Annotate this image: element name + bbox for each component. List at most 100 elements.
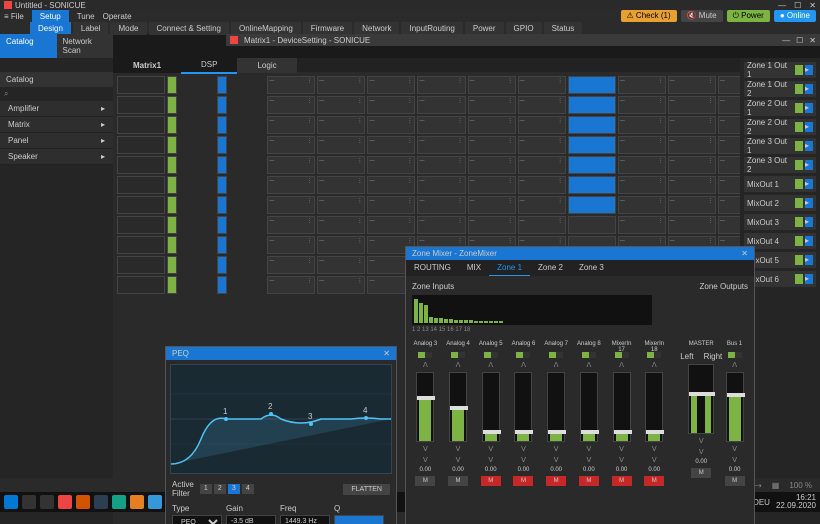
tab-firmware[interactable]: Firmware — [303, 22, 352, 35]
output-zone-2-out-2[interactable]: Zone 2 Out 2▸ — [744, 119, 816, 135]
status-grid-icon[interactable]: ▦ — [772, 481, 780, 490]
pan-up-icon[interactable]: ᐱ — [732, 361, 737, 369]
menu-operate[interactable]: Operate — [103, 12, 132, 21]
dsp-block[interactable] — [568, 96, 616, 114]
mute-button[interactable]: 🔇 Mute — [681, 10, 723, 22]
dsp-block[interactable] — [117, 276, 165, 294]
dsp-block[interactable]: —⋮ — [618, 156, 666, 174]
dsp-block[interactable]: —⋮ — [518, 176, 566, 194]
taskbar-app-5[interactable] — [130, 495, 144, 509]
dsp-block[interactable] — [117, 216, 165, 234]
dsp-block[interactable] — [217, 216, 227, 234]
peq-filter-1[interactable]: 1 — [200, 484, 212, 494]
mute-button[interactable]: M — [612, 476, 632, 486]
dsp-block[interactable] — [568, 76, 616, 94]
peq-q-input[interactable] — [334, 515, 384, 524]
mute-button[interactable]: M — [546, 476, 566, 486]
dsp-block[interactable]: —⋮ — [468, 136, 516, 154]
tab-onlinemapping[interactable]: OnlineMapping — [231, 22, 301, 35]
tab-inputrouting[interactable]: InputRouting — [401, 22, 462, 35]
peq-filter-2[interactable]: 2 — [214, 484, 226, 494]
output-mixout-1[interactable]: MixOut 1▸ — [744, 176, 816, 192]
peq-filter-4[interactable]: 4 — [242, 484, 254, 494]
pan-down2-icon[interactable]: ᐯ — [586, 456, 591, 464]
dsp-block[interactable]: —⋮ — [267, 76, 315, 94]
pan-up-icon[interactable]: ᐱ — [456, 361, 461, 369]
dsp-block[interactable] — [217, 196, 227, 214]
dsp-block[interactable] — [167, 256, 177, 274]
dsp-block[interactable] — [117, 256, 165, 274]
menu-tune[interactable]: Tune — [77, 12, 95, 21]
dsp-block[interactable]: —⋮ — [317, 96, 365, 114]
dsp-block[interactable] — [117, 96, 165, 114]
mute-button[interactable]: M — [481, 476, 501, 486]
dsp-block[interactable]: —⋮ — [317, 76, 365, 94]
mute-button[interactable]: M — [415, 476, 435, 486]
tab-label[interactable]: Label — [73, 22, 109, 35]
fader[interactable] — [482, 372, 500, 442]
zonemixer-close-icon[interactable]: ✕ — [741, 249, 748, 258]
dsp-block[interactable]: —⋮ — [468, 156, 516, 174]
dsp-block[interactable] — [167, 156, 177, 174]
dsp-block[interactable]: —⋮ — [618, 176, 666, 194]
pan-down-icon[interactable]: ᐯ — [732, 445, 737, 453]
dsp-block[interactable]: —⋮ — [367, 136, 415, 154]
pan-down2-icon[interactable]: ᐯ — [456, 456, 461, 464]
output-zone-3-out-1[interactable]: Zone 3 Out 1▸ — [744, 138, 816, 154]
tab-mode[interactable]: Mode — [110, 22, 146, 35]
zm-tab-zone-1[interactable]: Zone 1 — [489, 260, 530, 276]
sidebar-item-panel[interactable]: Panel▸ — [0, 133, 113, 149]
sidebar-item-amplifier[interactable]: Amplifier▸ — [0, 101, 113, 117]
peq-gain-input[interactable] — [226, 515, 276, 524]
zm-tab-zone-2[interactable]: Zone 2 — [530, 260, 571, 276]
fader[interactable] — [645, 372, 663, 442]
dsp-block[interactable]: —⋮ — [317, 256, 365, 274]
taskbar-app-3[interactable] — [94, 495, 108, 509]
dsp-block[interactable]: —⋮ — [468, 176, 516, 194]
mute-button[interactable]: M — [579, 476, 599, 486]
dsp-block[interactable]: —⋮ — [518, 196, 566, 214]
dsp-block[interactable]: —⋮ — [267, 136, 315, 154]
pan-down-icon[interactable]: ᐯ — [423, 445, 428, 453]
pan-down-icon[interactable]: ᐯ — [619, 445, 624, 453]
tab-network[interactable]: Network — [354, 22, 399, 35]
tab-power[interactable]: Power — [465, 22, 504, 35]
taskbar-search-icon[interactable] — [22, 495, 36, 509]
zm-tab-routing[interactable]: ROUTING — [406, 260, 459, 276]
dsp-block[interactable]: —⋮ — [668, 156, 716, 174]
fader[interactable] — [416, 372, 434, 442]
peq-type-select[interactable]: PEQ — [172, 515, 222, 524]
output-zone-2-out-1[interactable]: Zone 2 Out 1▸ — [744, 100, 816, 116]
dsp-block[interactable]: —⋮ — [468, 76, 516, 94]
mute-button[interactable]: M — [725, 476, 745, 486]
dsp-block[interactable]: —⋮ — [367, 96, 415, 114]
peq-graph[interactable]: 1 2 3 4 — [170, 364, 392, 474]
pan-down-icon[interactable]: ᐯ — [456, 445, 461, 453]
search-icon[interactable]: ⌕ — [0, 87, 113, 101]
pan-up-icon[interactable]: ᐱ — [423, 361, 428, 369]
dsp-block[interactable]: —⋮ — [267, 156, 315, 174]
pan-down-icon[interactable]: ᐯ — [586, 445, 591, 453]
dsp-block[interactable]: —⋮ — [367, 76, 415, 94]
pan-down-icon[interactable]: ᐯ — [554, 445, 559, 453]
mute-button[interactable]: M — [448, 476, 468, 486]
tab-gpio[interactable]: GPIO — [506, 22, 542, 35]
subwin-min-icon[interactable]: — — [782, 36, 790, 45]
pan-down2-icon[interactable]: ᐯ — [423, 456, 428, 464]
dsp-block[interactable]: —⋮ — [468, 116, 516, 134]
dsp-block[interactable] — [167, 136, 177, 154]
dsp-block[interactable]: —⋮ — [668, 76, 716, 94]
dsp-block[interactable] — [167, 96, 177, 114]
dsp-block[interactable] — [117, 76, 165, 94]
dsp-block[interactable]: —⋮ — [417, 76, 465, 94]
dsp-block[interactable]: —⋮ — [417, 216, 465, 234]
dsp-block[interactable]: —⋮ — [367, 216, 415, 234]
menu-file[interactable]: ≡ File — [4, 12, 24, 21]
subwin-max-icon[interactable]: ☐ — [796, 36, 803, 45]
catalog-header[interactable]: Catalog — [0, 34, 57, 58]
dsp-block[interactable]: —⋮ — [417, 116, 465, 134]
sidebar-item-matrix[interactable]: Matrix▸ — [0, 117, 113, 133]
dsp-block[interactable] — [568, 176, 616, 194]
device-tab-matrix[interactable]: Matrix1 — [113, 58, 181, 73]
dsp-block[interactable] — [167, 216, 177, 234]
